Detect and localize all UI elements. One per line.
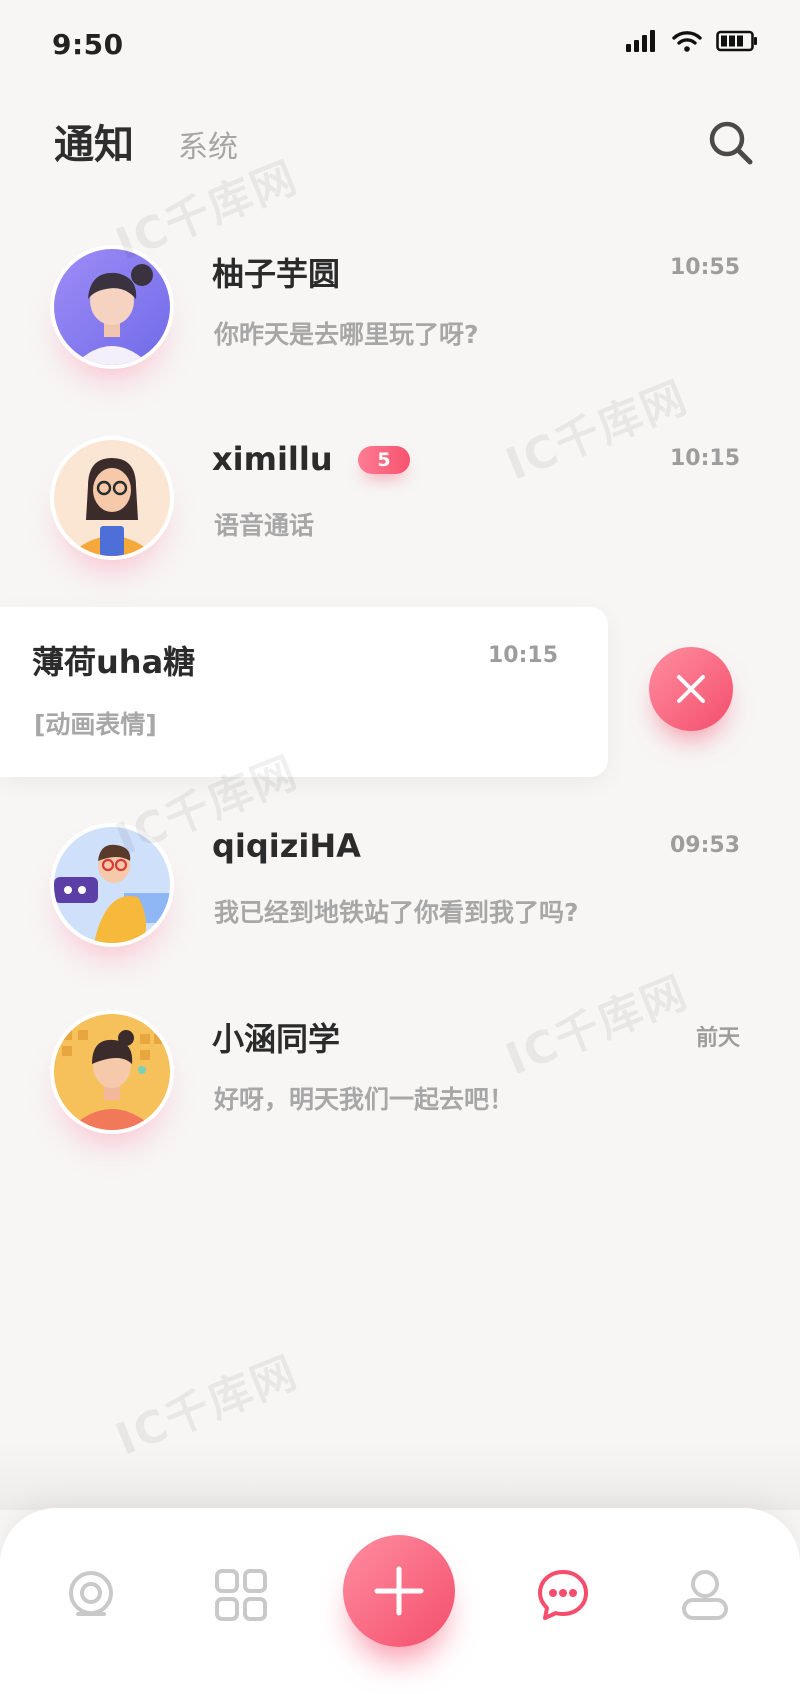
- tab-bar: [0, 1508, 800, 1694]
- message-preview: 我已经到地铁站了你看到我了吗?: [214, 898, 579, 927]
- avatar: [50, 1010, 174, 1134]
- close-icon: [677, 675, 705, 703]
- status-icons: [626, 30, 758, 52]
- home-icon[interactable]: [64, 1568, 118, 1622]
- tab-notifications[interactable]: 通知: [54, 112, 134, 170]
- avatar: [50, 436, 174, 560]
- search-icon: [709, 121, 753, 165]
- contact-name: 柚子芋圆: [212, 255, 341, 293]
- message-time: 10:15: [669, 446, 740, 471]
- wifi-icon: [672, 31, 702, 52]
- tab-system[interactable]: 系统: [178, 122, 238, 166]
- message-time: 10:55: [669, 255, 740, 280]
- message-time: 09:53: [669, 833, 740, 858]
- list-item[interactable]: qiqiziHA 09:53 我已经到地铁站了你看到我了吗?: [0, 823, 800, 993]
- add-icon: [374, 1566, 424, 1616]
- profile-icon[interactable]: [678, 1568, 732, 1622]
- contact-name: 小涵同学: [212, 1020, 341, 1058]
- contact-name: qiqiziHA: [212, 827, 361, 865]
- delete-button[interactable]: [649, 647, 733, 731]
- battery-icon: [716, 30, 757, 52]
- grid-icon[interactable]: [214, 1568, 268, 1622]
- avatar-image: [54, 249, 170, 365]
- tabbar-shadow: [0, 1440, 800, 1510]
- message-time: 前天: [695, 1026, 740, 1051]
- unread-badge: 5: [358, 446, 410, 474]
- status-time: 9:50: [52, 28, 124, 61]
- avatar: [50, 245, 174, 369]
- avatar-image: [54, 440, 170, 556]
- message-preview: [动画表情]: [34, 710, 157, 739]
- status-bar: 9:50: [0, 0, 800, 90]
- header: 通知 系统: [0, 100, 800, 180]
- contact-name: 薄荷uha糖: [32, 643, 196, 681]
- list-item[interactable]: ximillu 5 10:15 语音通话: [0, 436, 800, 606]
- search-button[interactable]: [706, 118, 756, 168]
- message-time: 10:15: [487, 643, 558, 668]
- signal-icon: [626, 30, 655, 52]
- list-item-swiped[interactable]: 薄荷uha糖 10:15 [动画表情]: [0, 607, 608, 777]
- message-preview: 好呀，明天我们一起去吧！: [214, 1085, 515, 1114]
- message-preview: 你昨天是去哪里玩了呀?: [214, 320, 479, 349]
- add-button[interactable]: [343, 1535, 455, 1647]
- avatar-image: [54, 1014, 170, 1130]
- message-preview: 语音通话: [214, 511, 315, 540]
- chat-icon[interactable]: [536, 1568, 590, 1622]
- list-item[interactable]: 小涵同学 前天 好呀，明天我们一起去吧！: [0, 1010, 800, 1180]
- contact-name: ximillu: [212, 440, 333, 478]
